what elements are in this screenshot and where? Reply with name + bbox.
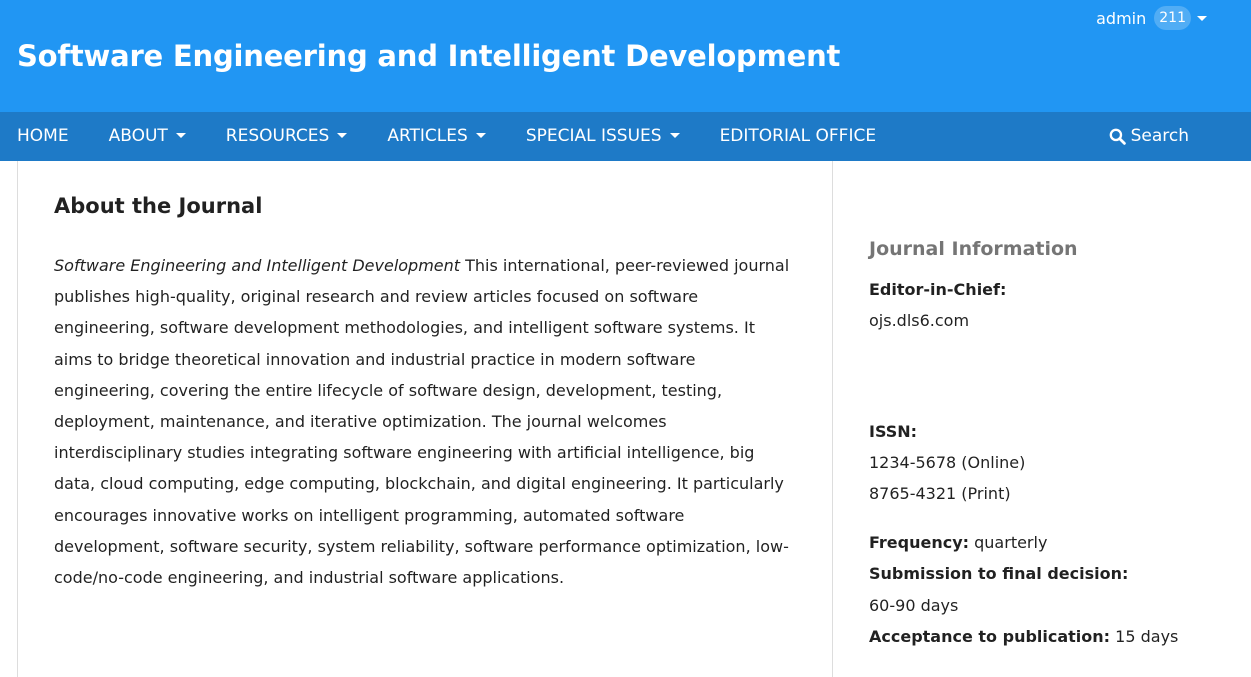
issn-print: 8765-4321 (Print) — [869, 484, 1011, 503]
caret-down-icon — [1197, 15, 1207, 21]
search-icon — [1109, 128, 1126, 145]
main-content: About the Journal Software Engineering a… — [17, 161, 833, 677]
acceptance-value: 15 days — [1110, 627, 1179, 646]
notification-badge: 211 — [1154, 6, 1191, 30]
issn-online: 1234-5678 (Online) — [869, 453, 1026, 472]
user-name: admin — [1096, 8, 1147, 28]
journal-description: This international, peer-reviewed journa… — [54, 256, 790, 588]
nav-item-about[interactable]: ABOUT — [92, 112, 203, 161]
frequency-value: quarterly — [969, 533, 1048, 552]
nav-list: HOME ABOUT RESOURCES ARTICLES SPECIAL ISSUES… — [0, 112, 899, 161]
nav-item-label: HOME — [17, 126, 69, 146]
search-link[interactable]: Search — [1109, 112, 1189, 161]
sidebar-heading: Journal Information — [869, 238, 1078, 260]
sidebar: Journal Information Editor-in-Chief: ojs… — [869, 161, 1229, 677]
about-text: Software Engineering and Intelligent Dev… — [54, 250, 794, 593]
nav-item-resources[interactable]: RESOURCES — [209, 112, 365, 161]
site-header: admin 211 Software Engineering and Intel… — [0, 0, 1251, 112]
nav-item-editorial-office[interactable]: EDITORIAL OFFICE — [703, 112, 894, 161]
caret-down-icon — [669, 132, 680, 138]
nav-item-label: EDITORIAL OFFICE — [719, 126, 877, 146]
nav-item-home[interactable]: HOME — [0, 112, 86, 161]
submission-value: 60-90 days — [869, 596, 959, 615]
editor-label: Editor-in-Chief: — [869, 280, 1007, 299]
nav-item-label: RESOURCES — [225, 126, 330, 146]
caret-down-icon — [475, 132, 486, 138]
frequency-label: Frequency: — [869, 533, 970, 552]
user-menu[interactable]: admin 211 — [1096, 6, 1207, 30]
site-title[interactable]: Software Engineering and Intelligent Dev… — [17, 36, 840, 76]
frequency-row: Frequency: quarterly — [869, 531, 1047, 555]
submission-label: Submission to final decision: — [869, 564, 1129, 583]
nav-item-articles[interactable]: ARTICLES — [370, 112, 502, 161]
acceptance-row: Acceptance to publication: 15 days — [869, 625, 1178, 649]
journal-name: Software Engineering and Intelligent Dev… — [54, 256, 461, 275]
caret-down-icon — [175, 132, 186, 138]
nav-item-label: ARTICLES — [387, 126, 468, 146]
acceptance-label: Acceptance to publication: — [869, 627, 1111, 646]
page-title: About the Journal — [54, 194, 263, 218]
nav-item-label: SPECIAL ISSUES — [525, 126, 662, 146]
caret-down-icon — [337, 132, 348, 138]
search-label: Search — [1130, 126, 1189, 146]
issn-label: ISSN: — [869, 422, 918, 441]
primary-nav: HOME ABOUT RESOURCES ARTICLES SPECIAL ISSUES… — [0, 112, 1251, 161]
nav-item-label: ABOUT — [108, 126, 168, 146]
nav-item-special-issues[interactable]: SPECIAL ISSUES — [509, 112, 697, 161]
editor-value: ojs.dls6.com — [869, 311, 970, 330]
